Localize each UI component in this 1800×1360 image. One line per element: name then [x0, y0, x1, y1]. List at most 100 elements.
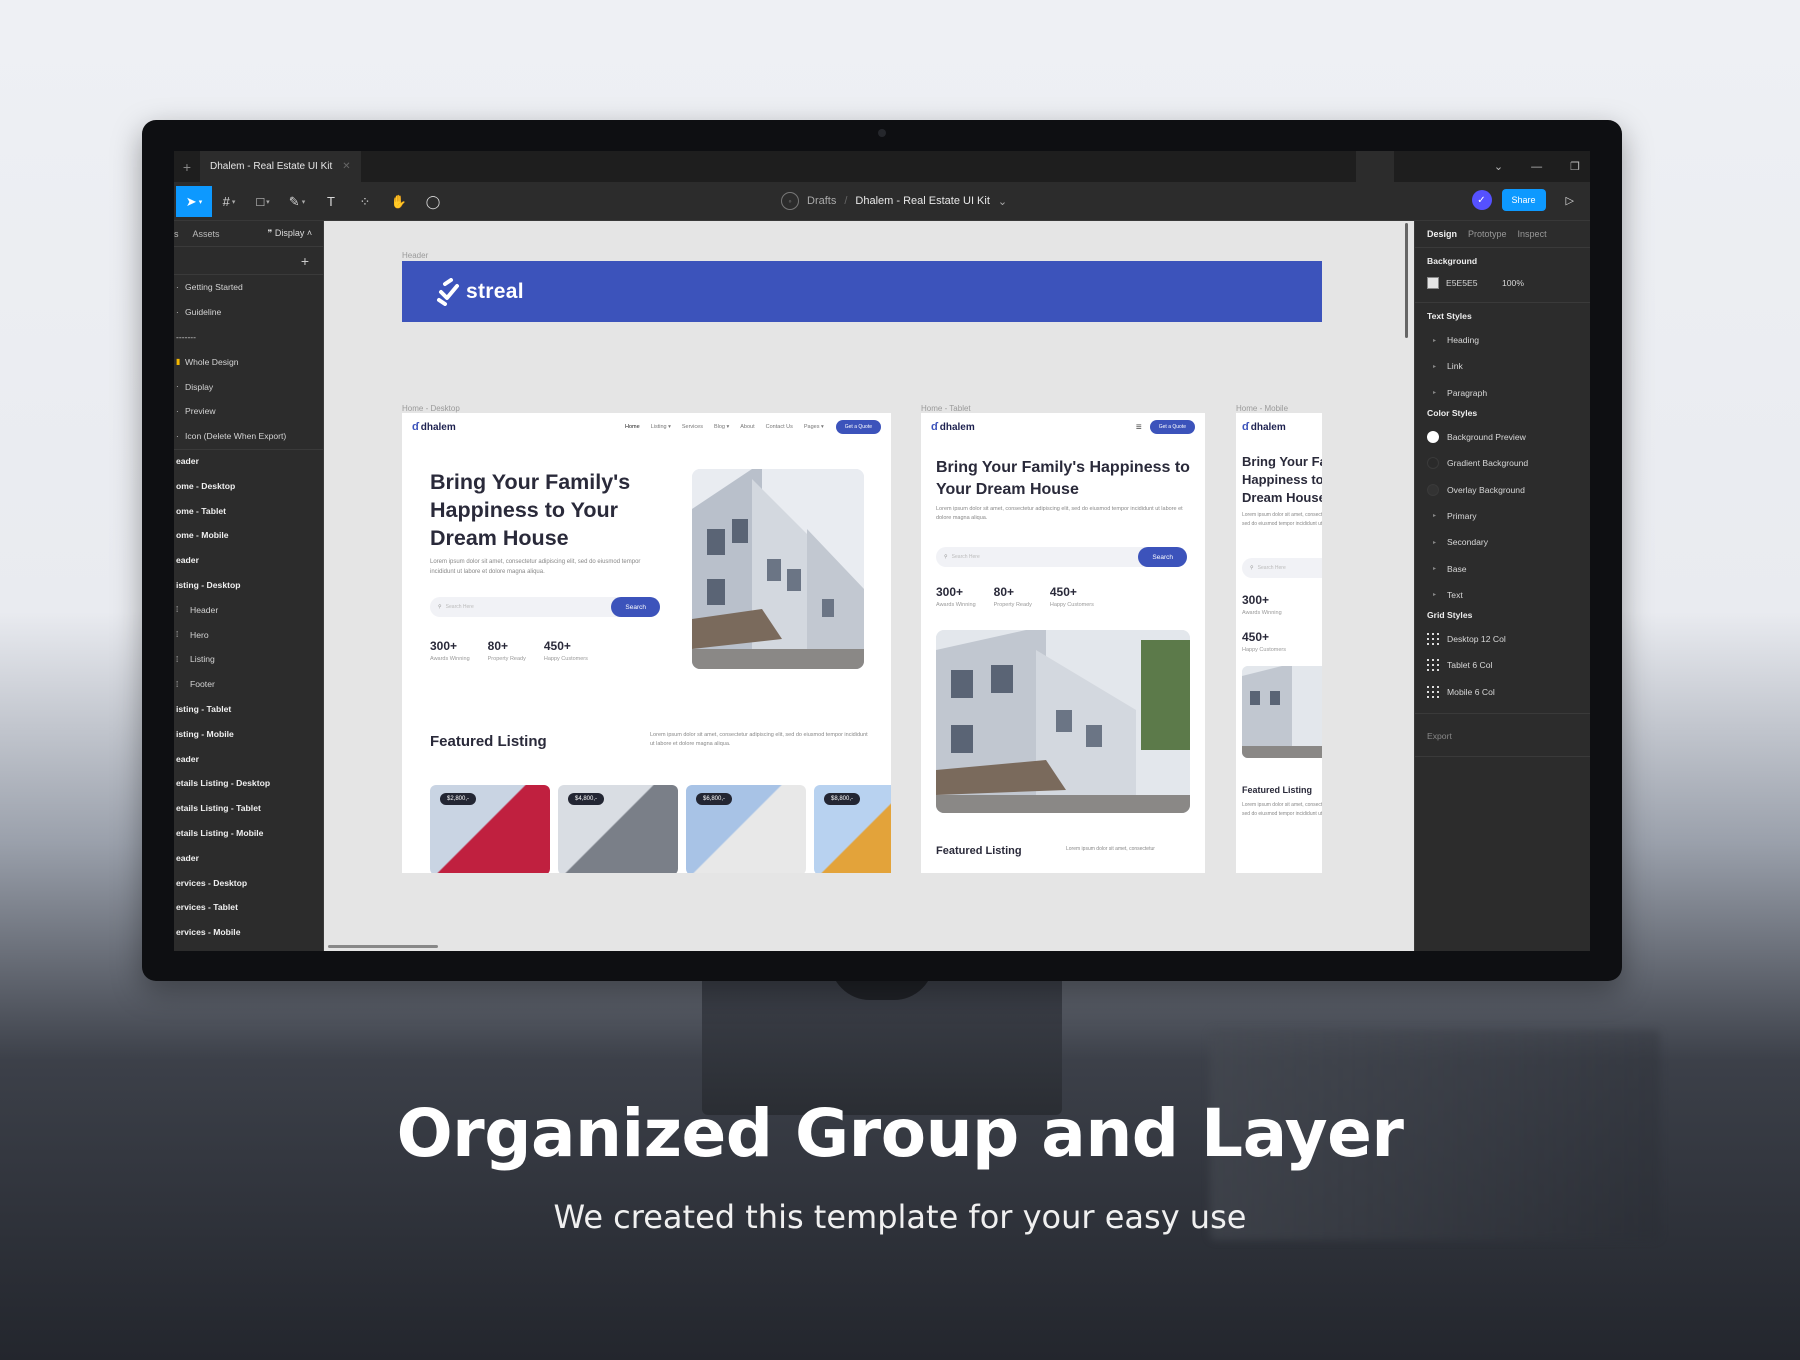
tab-prototype[interactable]: Prototype — [1468, 229, 1507, 239]
background-fill-row[interactable]: E5E5E5 100% — [1427, 272, 1578, 294]
layer-item[interactable]: isting - Mobile — [174, 721, 323, 746]
frame-label-header[interactable]: Header — [402, 251, 428, 260]
file-name[interactable]: Dhalem - Real Estate UI Kit — [855, 195, 990, 207]
color-style-item[interactable]: ▸ Base — [1427, 555, 1578, 581]
pen-tool[interactable]: ✎ ▾ — [280, 186, 314, 217]
tab-layers[interactable]: s — [174, 229, 179, 239]
layer-item[interactable]: · Preview — [174, 399, 323, 424]
grid-style-item[interactable]: Tablet 6 Col — [1427, 652, 1578, 678]
caret-right-icon[interactable]: ▸ — [1427, 363, 1447, 370]
nav-link[interactable]: Blog ▾ — [714, 424, 729, 430]
chevron-down-icon[interactable]: ⌄ — [1494, 160, 1503, 173]
vertical-scrollbar[interactable] — [1405, 223, 1408, 338]
canvas[interactable]: Header streal Home - Desktop ɗ dhalem Hom… — [324, 221, 1414, 951]
tablet-quote-button[interactable]: Get a Quote — [1149, 420, 1195, 434]
layer-item[interactable]: eader — [174, 548, 323, 573]
share-button[interactable]: Share — [1501, 189, 1546, 211]
listing-card[interactable]: $8,800,- — [814, 785, 891, 873]
nav-link[interactable]: Home — [625, 424, 640, 430]
resources-tool[interactable]: ⁘ — [348, 186, 382, 217]
hamburger-menu-icon[interactable]: ≡ — [1136, 422, 1142, 433]
caret-right-icon[interactable]: ▸ — [1427, 591, 1447, 598]
layer-item[interactable]: ome - Mobile — [174, 523, 323, 548]
avatar[interactable]: ✓ — [1471, 190, 1492, 210]
close-tab-icon[interactable]: ✕ — [342, 161, 350, 172]
present-play-icon[interactable]: ▷ — [1566, 194, 1574, 207]
chevron-down-icon[interactable]: ⌄ — [998, 195, 1007, 208]
text-tool[interactable]: T — [314, 186, 348, 217]
mobile-search-input[interactable]: ⚲ Search Here — [1242, 558, 1322, 578]
background-opacity[interactable]: 100% — [1502, 278, 1524, 288]
layer-item[interactable]: ⁞ Header — [174, 597, 323, 622]
layer-item[interactable]: ervices - Desktop — [174, 870, 323, 895]
page-selector[interactable]: ❞ Display ˄ — [268, 228, 313, 239]
layer-item[interactable]: ⁞ Listing — [174, 647, 323, 672]
layer-item[interactable]: ome - Tablet — [174, 498, 323, 523]
layer-item[interactable]: isting - Desktop — [174, 573, 323, 598]
color-style-item[interactable]: ▸ Secondary — [1427, 529, 1578, 555]
frame-tool[interactable]: # ▾ — [212, 186, 246, 217]
text-style-item[interactable]: ▸ Paragraph — [1427, 380, 1578, 406]
layer-item[interactable]: ervices - Mobile — [174, 920, 323, 945]
color-style-item[interactable]: ▸ Primary — [1427, 503, 1578, 529]
layer-item[interactable]: ------- — [174, 325, 323, 350]
layer-item[interactable]: · Icon (Delete When Export) — [174, 424, 323, 449]
home-mobile-frame[interactable]: ɗdhalem Bring Your Family's Happiness to… — [1236, 413, 1322, 873]
frame-label-mobile[interactable]: Home - Mobile — [1236, 404, 1288, 413]
nav-link[interactable]: Pages ▾ — [804, 424, 824, 430]
tab-inspect[interactable]: Inspect — [1518, 229, 1547, 239]
frame-label-desktop[interactable]: Home - Desktop — [402, 404, 460, 413]
frame-label-tablet[interactable]: Home - Tablet — [921, 404, 971, 413]
nav-link[interactable]: Contact Us — [766, 424, 793, 430]
layer-item[interactable]: · Guideline — [174, 300, 323, 325]
desktop-quote-button[interactable]: Get a Quote — [835, 420, 881, 434]
caret-right-icon[interactable]: ▸ — [1427, 389, 1447, 396]
layer-item[interactable]: · Getting Started — [174, 275, 323, 300]
background-hex[interactable]: E5E5E5 — [1446, 278, 1502, 288]
add-page-icon[interactable]: + — [301, 253, 309, 269]
new-tab-icon[interactable]: + — [174, 159, 200, 175]
home-desktop-frame[interactable]: ɗ dhalem Home Listing ▾ Services Blog ▾ About… — [402, 413, 891, 873]
shape-tool[interactable]: □ ▾ — [246, 186, 280, 217]
tab-assets[interactable]: Assets — [193, 229, 220, 239]
text-style-item[interactable]: ▸ Heading — [1427, 327, 1578, 353]
layer-item[interactable]: etails Listing - Desktop — [174, 771, 323, 796]
header-frame[interactable]: streal — [402, 261, 1322, 322]
layer-item[interactable]: ome - Desktop — [174, 473, 323, 498]
comment-tool[interactable]: ◯ — [416, 186, 450, 217]
restore-icon[interactable]: ❐ — [1570, 160, 1580, 173]
tab-design[interactable]: Design — [1427, 229, 1457, 239]
caret-right-icon[interactable]: ▸ — [1427, 337, 1447, 344]
nav-link[interactable]: Services — [682, 424, 703, 430]
layer-item[interactable]: ▮ Whole Design — [174, 349, 323, 374]
tablet-search-input[interactable]: ⚲ Search Here Search — [936, 547, 1187, 567]
color-style-item[interactable]: Gradient Background — [1427, 450, 1578, 476]
caret-right-icon[interactable]: ▸ — [1427, 565, 1447, 572]
layer-item[interactable]: eader — [174, 746, 323, 771]
caret-right-icon[interactable]: ▸ — [1427, 512, 1447, 519]
color-style-item[interactable]: Overlay Background — [1427, 476, 1578, 502]
layer-item[interactable]: etails Listing - Mobile — [174, 821, 323, 846]
file-tab[interactable]: Dhalem - Real Estate UI Kit ✕ — [200, 151, 361, 182]
listing-card[interactable]: $2,800,- — [430, 785, 550, 873]
hand-tool[interactable]: ✋ — [382, 186, 416, 217]
text-style-item[interactable]: ▸ Link — [1427, 353, 1578, 379]
layer-item[interactable]: eader — [174, 448, 323, 474]
listing-card[interactable]: $4,800,- — [558, 785, 678, 873]
layer-item[interactable]: · Display — [174, 374, 323, 399]
layer-item[interactable]: eader — [174, 845, 323, 870]
background-color-swatch[interactable] — [1427, 277, 1439, 289]
grid-style-item[interactable]: Desktop 12 Col — [1427, 626, 1578, 652]
desktop-search-input[interactable]: ⚲ Search Here Search — [430, 597, 660, 617]
layer-item[interactable]: ervices - Tablet — [174, 895, 323, 920]
minimize-icon[interactable]: — — [1531, 161, 1542, 173]
color-style-item[interactable]: Background Preview — [1427, 424, 1578, 450]
nav-link[interactable]: Listing ▾ — [651, 424, 671, 430]
layer-item[interactable]: ⁞ Hero — [174, 622, 323, 647]
export-label[interactable]: Export — [1427, 731, 1452, 741]
color-style-item[interactable]: ▸ Text — [1427, 582, 1578, 608]
layer-item[interactable]: etails Listing - Tablet — [174, 796, 323, 821]
layer-item[interactable]: isting - Tablet — [174, 697, 323, 722]
desktop-search-button[interactable]: Search — [611, 597, 660, 617]
grid-style-item[interactable]: Mobile 6 Col — [1427, 679, 1578, 705]
